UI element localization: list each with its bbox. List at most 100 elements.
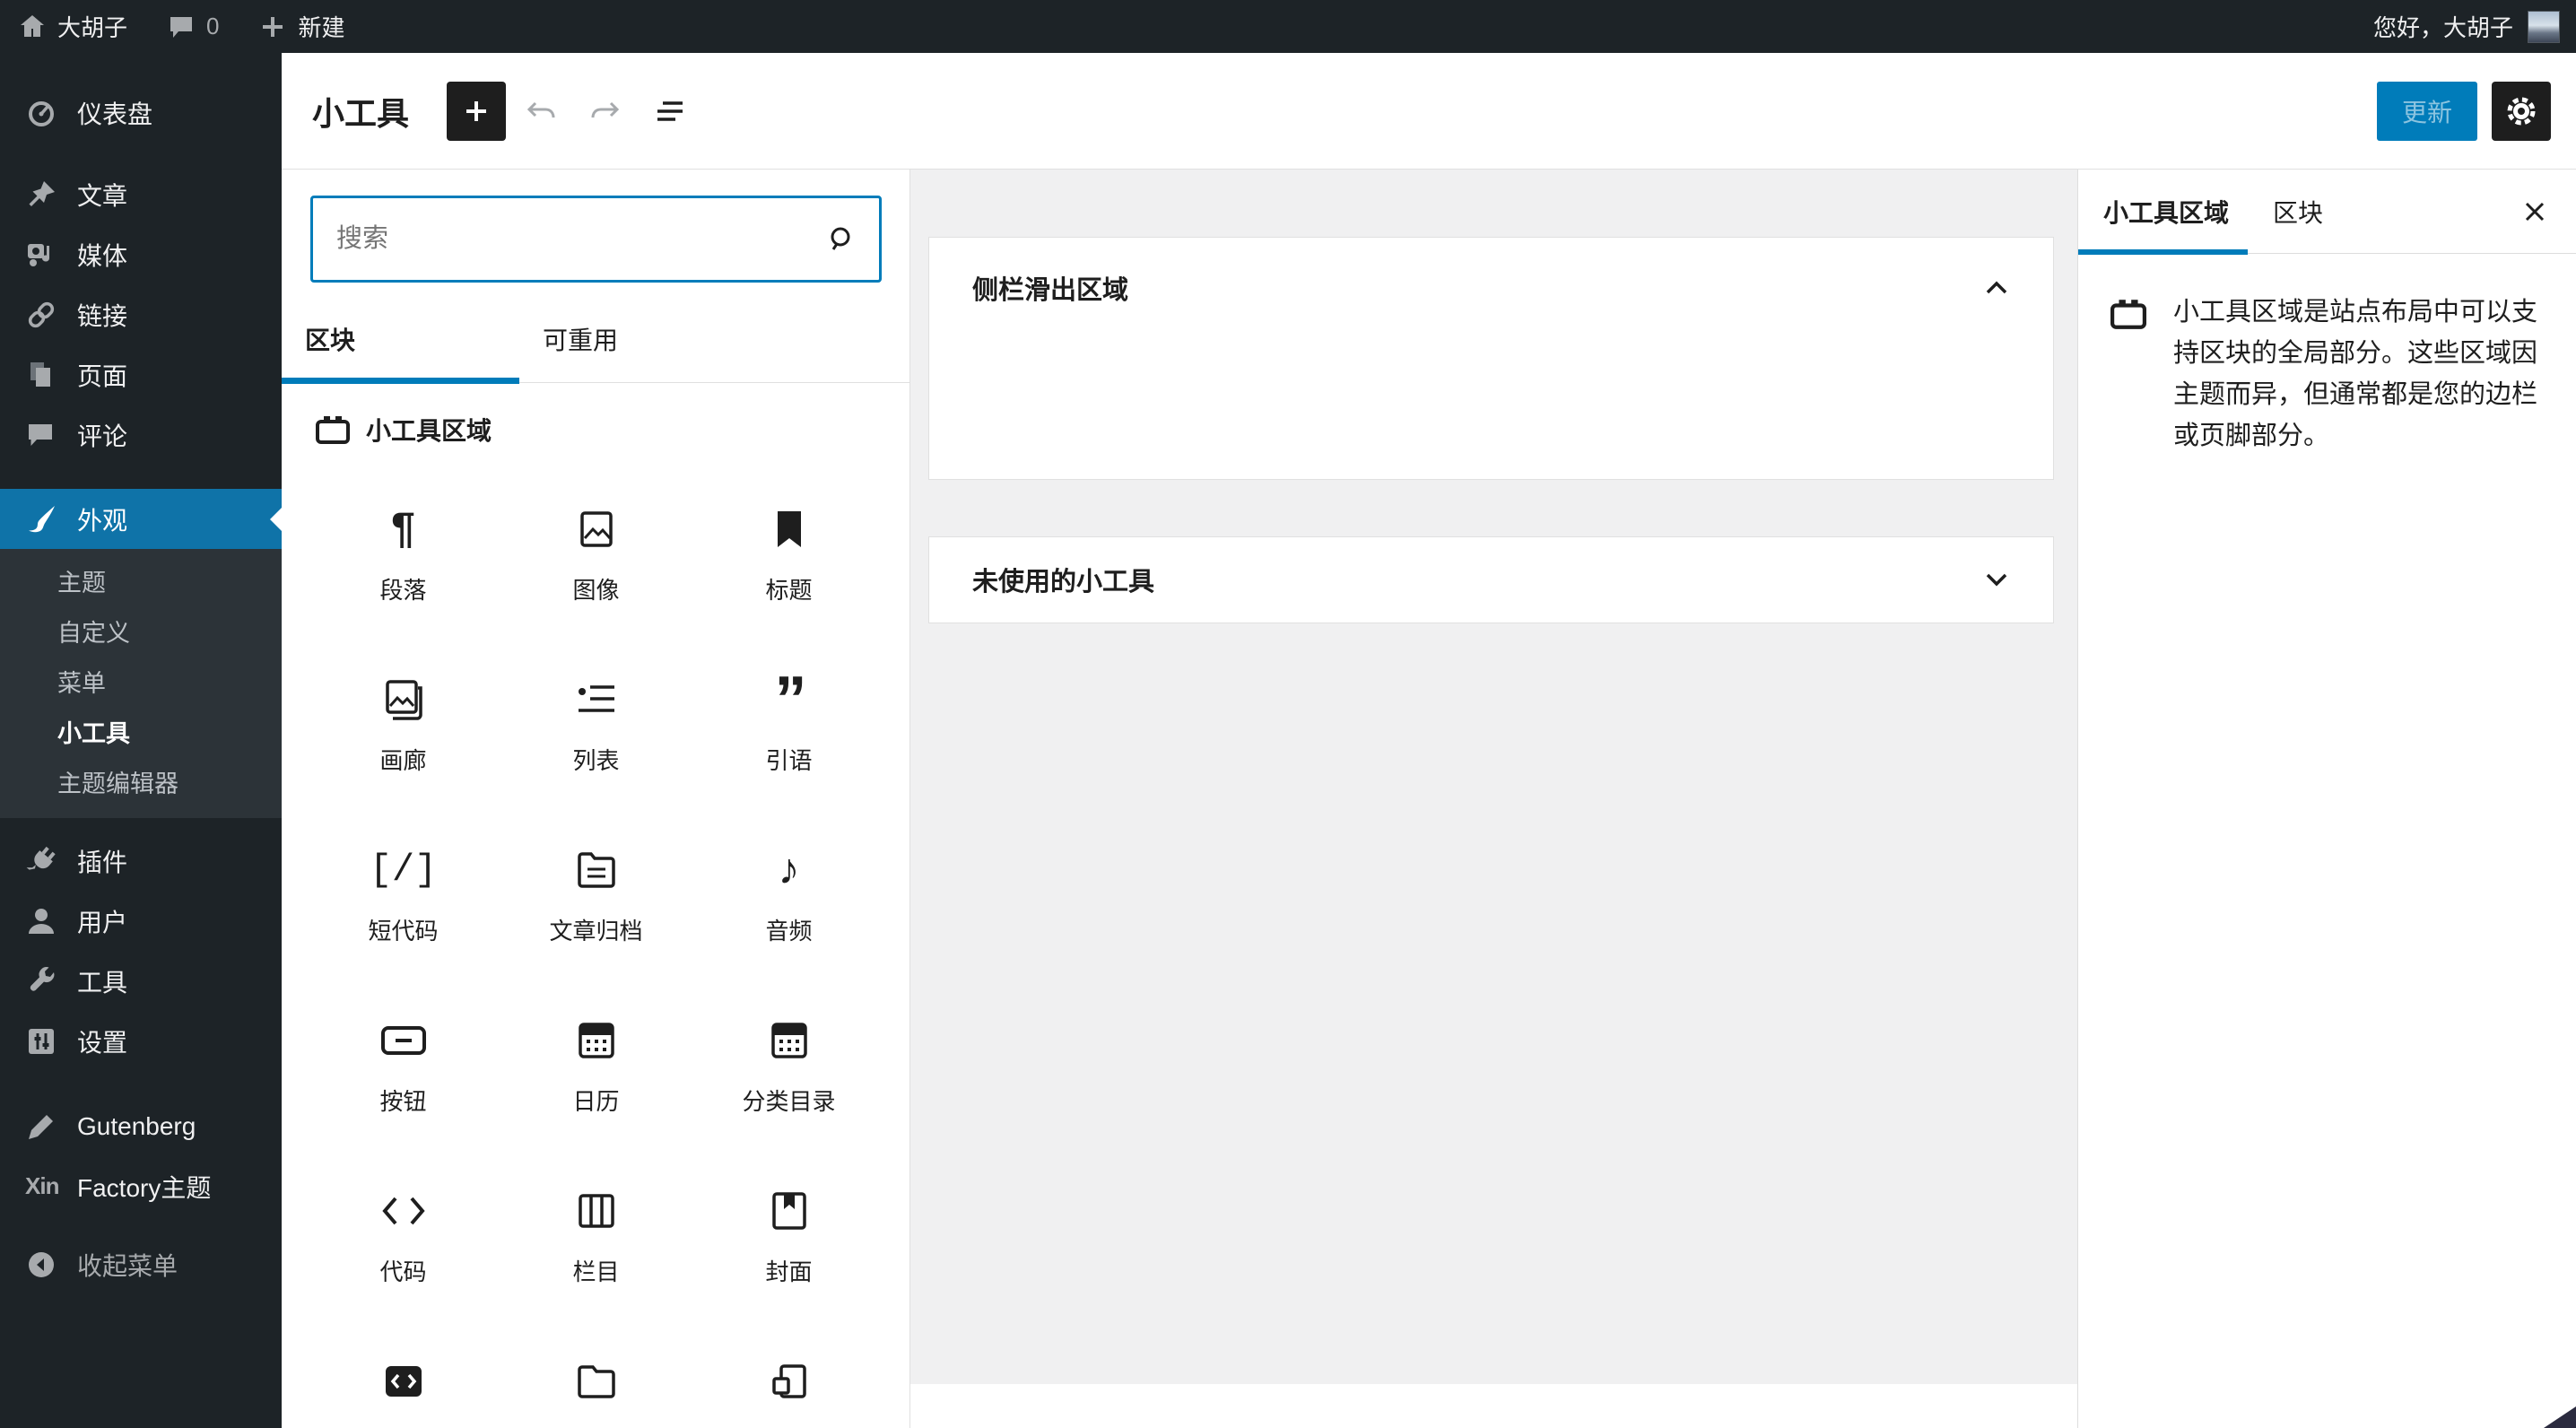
submenu-item-customize[interactable]: 自定义 (0, 608, 282, 658)
widget-areas-section-header: 小工具区域 (316, 412, 492, 448)
widget-area-title: 未使用的小工具 (972, 568, 1155, 596)
collapse-icon (29, 1251, 54, 1277)
widget-areas-description: 小工具区域是站点布局中可以支持区块的全局部分。这些区域因主题而异，但通常都是您的… (2110, 292, 2556, 457)
block-button[interactable]: 按钮 (307, 960, 500, 1130)
search-input[interactable] (313, 224, 825, 254)
home-icon (21, 14, 44, 37)
columns-icon (578, 1194, 614, 1228)
file-icon (577, 1365, 615, 1398)
pushpin-icon (29, 180, 55, 206)
gallery-icon (385, 680, 422, 720)
sidebar-item-xin-factory-theme[interactable]: Xin Factory主题 (0, 1156, 282, 1216)
block-archives[interactable]: 文章归档 (500, 789, 692, 960)
shortcode-icon: [/] (369, 849, 438, 892)
submenu-item-themes[interactable]: 主题 (0, 558, 282, 608)
settings-tabs: 小工具区域 区块 (2078, 170, 2576, 255)
tab-block[interactable]: 区块 (2248, 170, 2417, 253)
pages-icon (30, 361, 50, 387)
undo-button[interactable] (511, 82, 570, 141)
block-quote[interactable]: ” 引语 (692, 619, 885, 789)
settings-toggle-button[interactable] (2492, 81, 2551, 141)
widget-area-title: 侧栏滑出区域 (972, 276, 1129, 305)
sidebar-item-users[interactable]: 用户 (0, 891, 282, 951)
submenu-item-theme-editor[interactable]: 主题编辑器 (0, 759, 282, 809)
calendar-icon (578, 1023, 614, 1058)
page-title: 小工具 (312, 94, 410, 132)
widget-area-header[interactable]: 侧栏滑出区域 (929, 238, 2053, 338)
current-menu-arrow (270, 507, 282, 531)
cover-icon (771, 1192, 806, 1230)
window-corner-artifact (2544, 1406, 2576, 1428)
widget-area-sidebar-slideout: 侧栏滑出区域 (928, 237, 2054, 480)
plus-icon (263, 16, 283, 37)
user-greeting[interactable]: 您好，大胡子 (2373, 10, 2513, 43)
new-label: 新建 (298, 14, 345, 41)
collapse-menu-button[interactable]: 收起菜单 (0, 1234, 282, 1294)
block-code[interactable]: 代码 (307, 1130, 500, 1301)
comment-bubble-icon (29, 423, 52, 446)
tab-blocks[interactable]: 区块 (282, 295, 519, 384)
avatar[interactable] (2528, 10, 2560, 43)
sidebar-item-tools[interactable]: 工具 (0, 951, 282, 1011)
inserter-tabs: 区块 可重用 (282, 295, 909, 384)
link-icon (28, 301, 55, 327)
block-categories[interactable]: 分类目录 (692, 960, 885, 1130)
sidebar-item-dashboard[interactable]: 仪表盘 (0, 83, 282, 143)
block-inserter-toggle-button[interactable] (447, 81, 507, 141)
wrench-icon (30, 966, 55, 991)
sidebar-item-posts[interactable]: 文章 (0, 164, 282, 224)
submenu-item-widgets[interactable]: 小工具 (0, 709, 282, 759)
site-name: 大胡子 (57, 14, 128, 41)
tab-widget-areas[interactable]: 小工具区域 (2078, 170, 2248, 255)
list-view-icon (657, 100, 683, 121)
block-file[interactable] (500, 1301, 692, 1428)
section-title: 小工具区域 (366, 417, 492, 445)
block-calendar[interactable]: 日历 (500, 960, 692, 1130)
block-audio[interactable]: ♪ 音频 (692, 789, 885, 960)
comments-shortcut[interactable]: 0 (167, 13, 219, 41)
button-icon (380, 1026, 426, 1055)
undo-icon (527, 101, 555, 118)
widget-area-header[interactable]: 未使用的小工具 (929, 537, 2053, 622)
block-image[interactable]: 图像 (500, 448, 692, 619)
block-custom-html[interactable] (307, 1301, 500, 1428)
list-icon (578, 685, 614, 712)
close-settings-button[interactable] (2510, 187, 2560, 237)
redo-button[interactable] (576, 82, 635, 141)
block-heading[interactable]: 标题 (692, 448, 885, 619)
quote-icon: ” (774, 664, 807, 736)
sidebar-item-settings[interactable]: 设置 (0, 1011, 282, 1071)
site-menu[interactable]: 大胡子 (18, 10, 127, 43)
sidebar-item-gutenberg[interactable]: Gutenberg (0, 1096, 282, 1156)
block-columns[interactable]: 栏目 (500, 1130, 692, 1301)
audio-icon: ♪ (778, 846, 800, 893)
sidebar-item-pages[interactable]: 页面 (0, 344, 282, 405)
sidebar-item-comments[interactable]: 评论 (0, 405, 282, 465)
block-paragraph[interactable]: ¶ 段落 (307, 448, 500, 619)
paragraph-icon: ¶ (391, 505, 415, 553)
sidebar-item-links[interactable]: 链接 (0, 284, 282, 344)
block-cover[interactable]: 封面 (692, 1130, 885, 1301)
paintbrush-icon (29, 505, 55, 532)
description-text: 小工具区域是站点布局中可以支持区块的全局部分。这些区域因主题而异，但通常都是您的… (2173, 298, 2538, 450)
sidebar-item-media[interactable]: 媒体 (0, 224, 282, 284)
block-shortcode[interactable]: [/] 短代码 (307, 789, 500, 960)
new-content-menu[interactable]: 新建 (258, 10, 345, 43)
block-embed[interactable] (692, 1301, 885, 1428)
archives-icon (577, 852, 615, 888)
categories-icon (770, 1023, 807, 1058)
update-button[interactable]: 更新 (2376, 81, 2477, 141)
sidebar-item-plugins[interactable]: 插件 (0, 831, 282, 891)
admin-bar: 大胡子 0 新建 您好，大胡子 (0, 0, 2576, 53)
gear-icon (2507, 97, 2536, 125)
xin-logo-icon: Xin (25, 1172, 59, 1199)
widgets-canvas: 侧栏滑出区域 未使用的小工具 (910, 170, 2077, 1384)
submenu-item-menus[interactable]: 菜单 (0, 658, 282, 709)
widget-area-icon (2110, 300, 2146, 329)
block-gallery[interactable]: 画廊 (307, 619, 500, 789)
list-view-button[interactable] (640, 82, 700, 141)
block-list[interactable]: 列表 (500, 619, 692, 789)
sidebar-item-appearance[interactable]: 外观 (0, 489, 282, 549)
tab-reusable[interactable]: 可重用 (519, 295, 757, 382)
search-icon (831, 227, 850, 250)
